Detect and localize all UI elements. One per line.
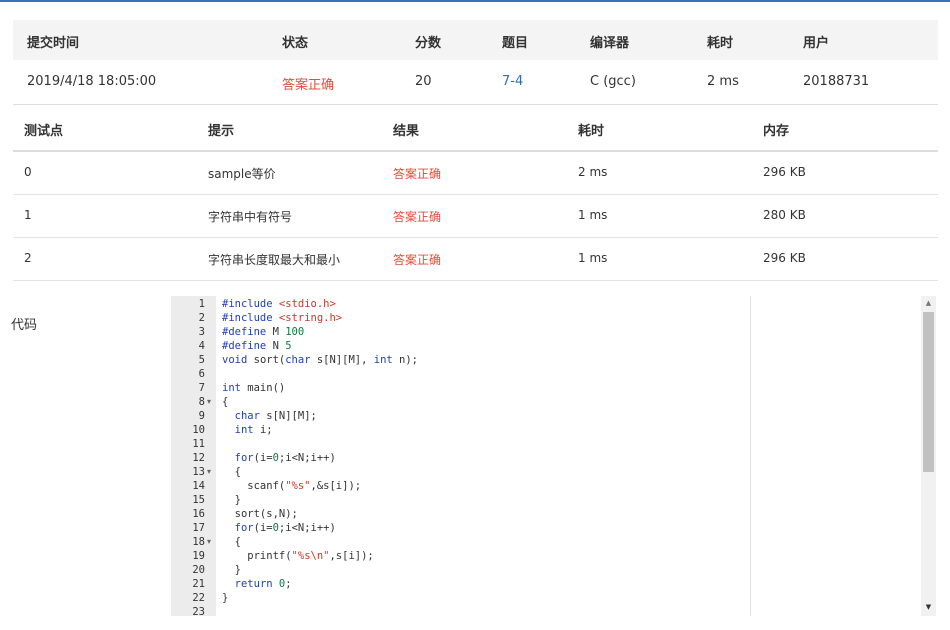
code-line: }: [222, 564, 241, 576]
code-line: for(i=0;i<N;i++): [234, 452, 336, 464]
code-line: return 0;: [234, 578, 292, 590]
code-line: {: [222, 466, 241, 478]
line-number: 15: [192, 494, 205, 506]
line-number: 19: [192, 550, 205, 562]
header-result: 结果: [393, 124, 420, 139]
code-line: }: [222, 592, 229, 604]
line-number: 4: [198, 340, 205, 352]
testcase-memory: 296 KB: [763, 251, 806, 265]
line-number: 18: [192, 536, 205, 548]
problem-link[interactable]: 7-4: [502, 74, 523, 89]
code-line: int i;: [234, 424, 273, 436]
line-number: 22: [192, 592, 205, 604]
code-label: 代码: [11, 318, 38, 333]
line-number: 20: [192, 564, 205, 576]
line-number: 14: [192, 480, 205, 492]
header-time: 耗时: [578, 124, 605, 139]
testcase-memory: 296 KB: [763, 165, 806, 179]
header-hint: 提示: [208, 124, 235, 139]
user-value: 20188731: [803, 74, 870, 89]
submission-summary-row: 2019/4/18 18:05:00 答案正确 20 7-4 C (gcc) 2…: [13, 60, 938, 105]
code-line: #include <string.h>: [222, 312, 343, 324]
line-number: 8: [198, 396, 205, 408]
table-row: 2 字符串长度取最大和最小 答案正确 1 ms 296 KB: [13, 238, 938, 281]
header-memory: 内存: [763, 124, 790, 139]
code-line-gutter: 1 2 3 4 5 6 7 8 ▾ 9 10 11 12 13 ▾ 14 15 16 17 18 ▾ 19 20 21 22 23: [171, 296, 216, 618]
code-line: #include <stdio.h>: [222, 298, 336, 310]
line-number: 9: [198, 410, 205, 422]
header-submit-time: 提交时间: [27, 36, 80, 51]
testcase-memory: 280 KB: [763, 208, 806, 222]
header-compiler: 编译器: [590, 36, 630, 51]
top-accent-line: [0, 0, 950, 2]
code-line: for(i=0;i<N;i++): [234, 522, 336, 534]
line-number: 16: [192, 508, 205, 520]
code-line: }: [222, 494, 241, 506]
testcase-result: 答案正确: [393, 253, 442, 267]
line-number: 5: [198, 354, 205, 366]
header-duration: 耗时: [707, 36, 734, 51]
testcase-time: 1 ms: [578, 251, 608, 265]
line-number: 6: [198, 368, 205, 380]
code-line: int main(): [222, 382, 286, 394]
header-score: 分数: [415, 36, 442, 51]
table-row: 0 sample等价 答案正确 2 ms 296 KB: [13, 152, 938, 195]
line-number: 7: [198, 382, 205, 394]
duration-value: 2 ms: [707, 74, 739, 89]
scroll-up-arrow-icon[interactable]: ▲: [921, 296, 936, 310]
code-line: #define M 100: [222, 326, 305, 338]
header-user: 用户: [803, 36, 830, 51]
code-line: void sort(char s[N][M], int n);: [222, 354, 419, 366]
line-number: 23: [192, 606, 205, 618]
line-number: 21: [192, 578, 205, 590]
testcase-table-header: 测试点 提示 结果 耗时 内存: [13, 105, 938, 152]
code-line: char s[N][M];: [234, 410, 317, 422]
line-number: 10: [192, 424, 205, 436]
code-line: sort(s,N);: [222, 508, 298, 520]
status-badge: 答案正确: [282, 78, 335, 93]
testcase-time: 1 ms: [578, 208, 608, 222]
scroll-down-arrow-icon[interactable]: ▼: [921, 600, 936, 614]
testcase-time: 2 ms: [578, 165, 608, 179]
table-row: 1 字符串中有符号 答案正确 1 ms 280 KB: [13, 195, 938, 238]
submission-summary-header: 提交时间 状态 分数 题目 编译器 耗时 用户: [13, 20, 938, 60]
line-number: 1: [198, 298, 205, 310]
code-editor[interactable]: #include <stdio.h> #include <string.h> #de…: [222, 296, 750, 616]
header-testcase: 测试点: [24, 124, 64, 139]
line-number: 12: [192, 452, 205, 464]
code-line: {: [222, 396, 229, 408]
code-line: printf("%s\n",s[i]);: [222, 550, 374, 562]
testcase-result: 答案正确: [393, 210, 442, 224]
line-number: 2: [198, 312, 205, 324]
line-number: 17: [192, 522, 205, 534]
line-number: 3: [198, 326, 205, 338]
line-number: 11: [192, 438, 205, 450]
score-value: 20: [415, 74, 432, 89]
fold-arrow-icon[interactable]: ▾: [207, 535, 211, 549]
testcase-id: 2: [24, 251, 32, 265]
testcase-hint: 字符串长度取最大和最小: [208, 253, 341, 267]
testcase-id: 0: [24, 165, 32, 179]
header-status: 状态: [282, 36, 309, 51]
testcase-result: 答案正确: [393, 167, 442, 181]
editor-print-margin: [750, 296, 751, 616]
line-number: 13: [192, 466, 205, 478]
submit-time: 2019/4/18 18:05:00: [27, 74, 157, 89]
testcase-hint: sample等价: [208, 167, 276, 181]
testcase-hint: 字符串中有符号: [208, 210, 293, 224]
code-line: {: [222, 536, 241, 548]
compiler-value: C (gcc): [590, 74, 636, 89]
fold-arrow-icon[interactable]: ▾: [207, 395, 211, 409]
fold-arrow-icon[interactable]: ▾: [207, 465, 211, 479]
header-problem: 题目: [502, 36, 529, 51]
code-line: scanf("%s",&s[i]);: [222, 480, 362, 492]
testcase-id: 1: [24, 208, 32, 222]
editor-scrollbar-thumb[interactable]: [923, 312, 934, 472]
code-line: #define N 5: [222, 340, 292, 352]
